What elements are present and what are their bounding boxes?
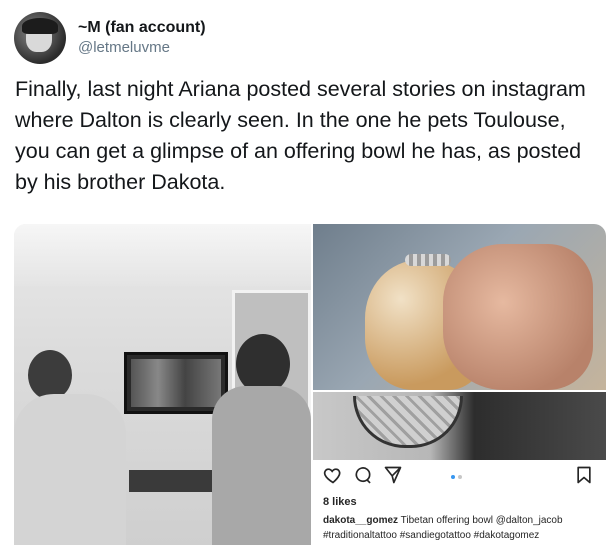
avatar[interactable] — [14, 12, 66, 64]
tweet-media[interactable]: 8 likes dakota__gomez Tibetan offering b… — [14, 224, 606, 545]
carousel-indicator — [451, 475, 462, 479]
bracelet — [405, 254, 451, 266]
tweet-header: ~M (fan account) @letmeluvme — [14, 12, 206, 64]
ceiling-shape — [14, 224, 311, 286]
caption-username[interactable]: dakota__gomez — [323, 515, 398, 526]
person-right-body — [212, 386, 311, 545]
instagram-actions — [323, 465, 403, 485]
living-room-photo — [14, 224, 311, 545]
person-right-head — [236, 334, 290, 394]
tweet-text: Finally, last night Ariana posted severa… — [15, 77, 586, 194]
person-left — [14, 350, 126, 545]
share-icon[interactable] — [383, 465, 403, 485]
carousel-dot-active — [451, 475, 455, 479]
hand-shape — [443, 244, 593, 390]
post-caption: dakota__gomez Tibetan offering bowl @dal… — [323, 513, 601, 543]
carousel-dot — [458, 475, 462, 479]
person-left-body — [14, 394, 126, 545]
instagram-post-footer: 8 likes dakota__gomez Tibetan offering b… — [313, 461, 606, 545]
heart-icon[interactable] — [323, 465, 343, 485]
user-handle[interactable]: @letmeluvme — [78, 38, 206, 58]
person-left-head — [28, 350, 72, 400]
bookmark-icon[interactable] — [574, 465, 594, 485]
likes-count[interactable]: 8 likes — [323, 496, 357, 508]
comment-icon[interactable] — [353, 465, 373, 485]
display-name[interactable]: ~M (fan account) — [78, 18, 206, 38]
person-right — [202, 334, 311, 545]
tattoo-photo — [313, 392, 606, 460]
offering-bowl-tattoo — [353, 396, 463, 448]
dog-photo — [313, 224, 606, 390]
user-names: ~M (fan account) @letmeluvme — [78, 18, 206, 58]
